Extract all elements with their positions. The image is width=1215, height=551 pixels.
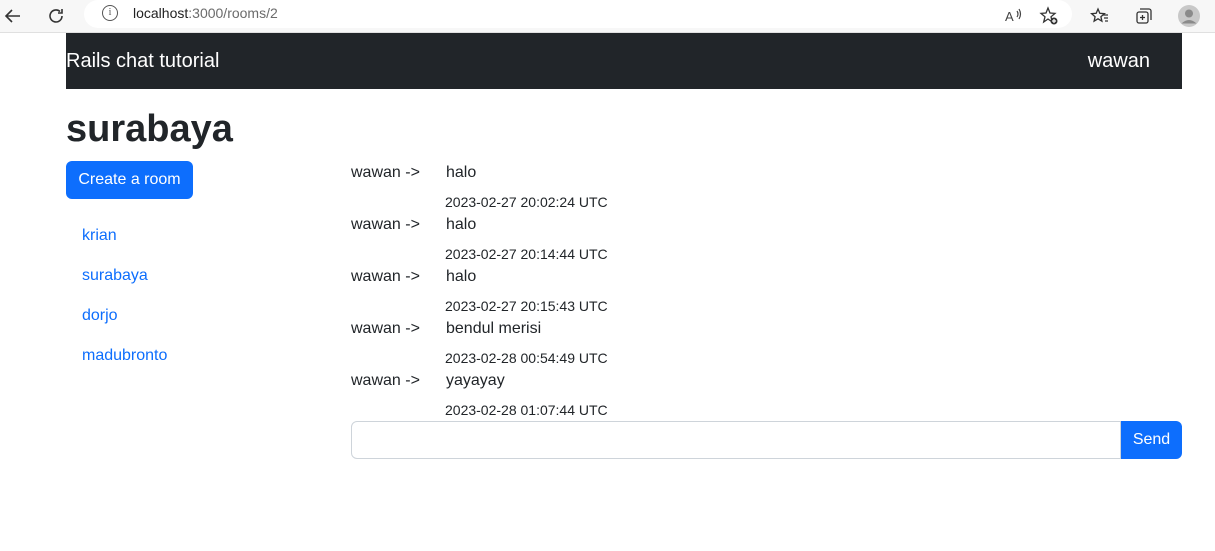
message-input[interactable] [351, 421, 1121, 459]
message-form: Send [351, 421, 1182, 459]
message-timestamp: 2023-02-27 20:02:24 UTC [445, 194, 608, 210]
message-timestamp: 2023-02-27 20:14:44 UTC [445, 246, 608, 262]
room-link-madubronto[interactable]: madubronto [82, 346, 167, 386]
browser-toolbar: i localhost:3000/rooms/2 A [0, 0, 1215, 33]
message-item: wawan -> halo 2023-02-27 20:02:24 UTC [351, 164, 951, 216]
message-sender: wawan -> [351, 268, 420, 285]
back-icon[interactable] [0, 3, 26, 29]
current-user-link[interactable]: wawan [1088, 50, 1150, 73]
message-text: halo [446, 164, 477, 181]
send-button[interactable]: Send [1121, 421, 1182, 459]
message-text: yayayay [446, 372, 505, 389]
room-link-dorjo[interactable]: dorjo [82, 306, 167, 346]
read-aloud-icon[interactable]: A [1001, 3, 1027, 29]
room-list: krian surabaya dorjo madubronto [82, 226, 167, 386]
address-bar[interactable]: i localhost:3000/rooms/2 [84, 0, 1072, 28]
info-icon[interactable]: i [102, 5, 118, 21]
add-favorite-icon[interactable] [1036, 3, 1062, 29]
message-item: wawan -> halo 2023-02-27 20:14:44 UTC [351, 216, 951, 268]
message-item: wawan -> halo 2023-02-27 20:15:43 UTC [351, 268, 951, 320]
navbar: Rails chat tutorial wawan [66, 33, 1182, 89]
message-timestamp: 2023-02-27 20:15:43 UTC [445, 298, 608, 314]
create-room-button[interactable]: Create a room [66, 161, 193, 199]
message-item: wawan -> yayayay 2023-02-28 01:07:44 UTC [351, 372, 951, 424]
room-link-surabaya[interactable]: surabaya [82, 266, 167, 306]
profile-icon[interactable] [1176, 3, 1202, 29]
message-sender: wawan -> [351, 164, 420, 181]
message-sender: wawan -> [351, 372, 420, 389]
message-list: wawan -> halo 2023-02-27 20:02:24 UTC wa… [351, 164, 951, 424]
room-link-krian[interactable]: krian [82, 226, 167, 266]
svg-text:A: A [1005, 9, 1014, 24]
url-text[interactable]: localhost:3000/rooms/2 [133, 5, 278, 21]
message-text: halo [446, 216, 477, 233]
message-sender: wawan -> [351, 216, 420, 233]
message-text: halo [446, 268, 477, 285]
favorites-icon[interactable] [1087, 3, 1113, 29]
message-text: bendul merisi [446, 320, 542, 337]
refresh-icon[interactable] [43, 3, 69, 29]
message-sender: wawan -> [351, 320, 420, 337]
message-timestamp: 2023-02-28 00:54:49 UTC [445, 350, 608, 366]
message-timestamp: 2023-02-28 01:07:44 UTC [445, 402, 608, 418]
message-item: wawan -> bendul merisi 2023-02-28 00:54:… [351, 320, 951, 372]
brand-link[interactable]: Rails chat tutorial [66, 50, 219, 73]
collections-icon[interactable] [1131, 3, 1157, 29]
page-title: surabaya [66, 108, 233, 150]
